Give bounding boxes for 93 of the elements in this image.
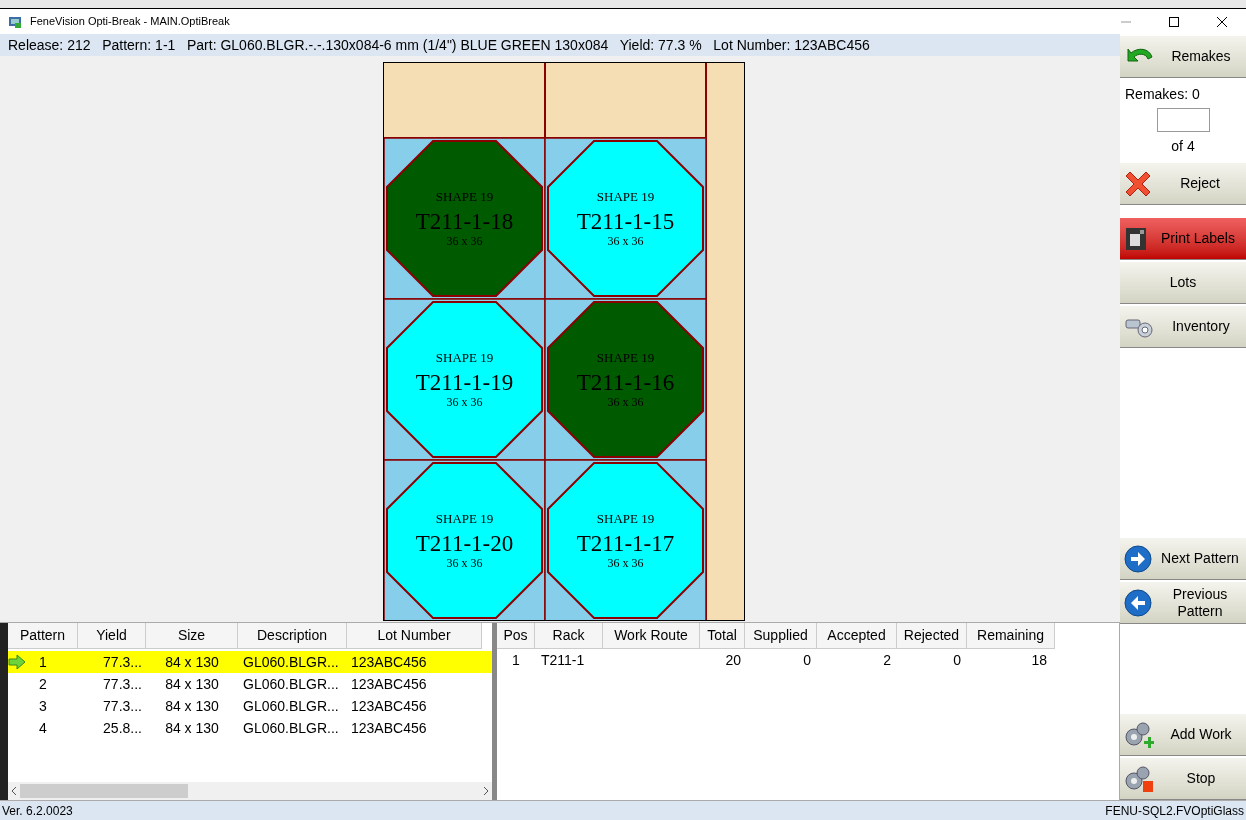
table-row[interactable]: 1 77.3... 84 x 130 GL060.BLGR... 123ABC456 xyxy=(8,651,492,673)
table-cell-text: 84 x 130 xyxy=(165,674,219,694)
table-cell-text: 1 xyxy=(39,652,47,672)
close-icon[interactable] xyxy=(1216,15,1228,28)
table-cell-text: 77.3... xyxy=(103,696,142,716)
table-cell-text: 4 xyxy=(39,718,47,738)
size-label: 36 x 36 xyxy=(446,234,483,248)
table-cell-text: 77.3... xyxy=(103,652,142,672)
table-cell-text: 123ABC456 xyxy=(351,718,427,738)
table-cell-text: GL060.BLGR... xyxy=(243,696,339,716)
shape-label: SHAPE 19 xyxy=(596,189,655,204)
table-cell-text: GL060.BLGR... xyxy=(243,674,339,694)
table-cell-text: GL060.BLGR... xyxy=(243,652,339,672)
table-cell-text: GL060.BLGR... xyxy=(243,718,339,738)
table-cell-text: 18 xyxy=(1031,650,1047,670)
remake-input-field[interactable] xyxy=(1156,108,1210,132)
column-header[interactable]: Yield xyxy=(78,623,146,649)
table-cell-text: 2 xyxy=(39,674,47,694)
glass-piece[interactable] xyxy=(386,301,543,458)
gears-stop-icon xyxy=(1124,764,1154,793)
piece-label: T211-1-17 xyxy=(576,531,675,556)
column-header[interactable]: Rejected xyxy=(897,623,967,649)
size-label: 36 x 36 xyxy=(607,395,644,409)
table-cell-text: 3 xyxy=(39,696,47,716)
lots-button[interactable]: Lots xyxy=(1120,262,1246,304)
size-label: 36 x 36 xyxy=(446,556,483,570)
column-header[interactable]: Remaining xyxy=(967,623,1055,649)
window-title: FeneVision Opti-Break - MAIN.OptiBreak xyxy=(30,14,231,30)
table-cell-text: 1 xyxy=(512,650,520,670)
table-cell-text: 2 xyxy=(883,650,891,670)
piece-label: T211-1-18 xyxy=(415,209,514,234)
table-cell-text: 123ABC456 xyxy=(351,696,427,716)
arrow-icon xyxy=(8,655,26,669)
printer-icon xyxy=(1124,225,1148,252)
scroll-left-icon[interactable] xyxy=(11,787,17,795)
cross-icon xyxy=(1124,170,1152,197)
table-cell-text: 0 xyxy=(953,650,961,670)
reject-button[interactable]: Reject xyxy=(1120,163,1246,205)
shape-label: SHAPE 19 xyxy=(596,511,655,526)
glass-piece[interactable] xyxy=(547,462,704,619)
inventory-button[interactable]: Inventory xyxy=(1120,306,1246,348)
size-label: 36 x 36 xyxy=(446,395,483,409)
scroll-thumb[interactable] xyxy=(20,784,188,798)
remakes-count: Remakes: 0 xyxy=(1124,85,1201,104)
version-label: Ver. 6.2.0023 xyxy=(2,802,73,820)
column-header[interactable]: Description xyxy=(238,623,347,649)
table-cell-text: 84 x 130 xyxy=(165,652,219,672)
table-cell-text: 84 x 130 xyxy=(165,718,219,738)
remakes-button[interactable]: Remakes xyxy=(1120,36,1246,78)
piece-label: T211-1-19 xyxy=(415,370,514,395)
maximize-icon[interactable] xyxy=(1168,15,1180,28)
column-header[interactable]: Accepted xyxy=(817,623,897,649)
table-cell-text: T211-1 xyxy=(541,650,585,670)
column-header[interactable]: Supplied xyxy=(745,623,817,649)
column-header[interactable]: Rack xyxy=(535,623,603,649)
scroll-right-icon[interactable] xyxy=(483,787,489,795)
column-header[interactable]: Pattern xyxy=(8,623,78,649)
table-cell-text: 123ABC456 xyxy=(351,674,427,694)
table-cell-text: 25.8... xyxy=(103,718,142,738)
gears-plus-icon xyxy=(1124,720,1154,749)
piece-label: T211-1-20 xyxy=(415,531,514,556)
column-header[interactable]: Pos xyxy=(497,623,535,649)
server-label: FENU-SQL2.FVOptiGlass xyxy=(1105,802,1244,820)
column-header[interactable]: Lot Number xyxy=(347,623,482,649)
table-cell-text: 20 xyxy=(725,650,741,670)
table-cell-text: 123ABC456 xyxy=(351,652,427,672)
column-header[interactable]: Total xyxy=(700,623,745,649)
horizontal-scrollbar[interactable] xyxy=(8,782,492,800)
glass-piece[interactable] xyxy=(547,301,704,458)
table-cell-text: 77.3... xyxy=(103,674,142,694)
previous-button[interactable]: Previous Pattern xyxy=(1120,582,1246,624)
table-cell-text: 0 xyxy=(803,650,811,670)
shape-label: SHAPE 19 xyxy=(435,511,494,526)
glass-piece[interactable] xyxy=(386,140,543,297)
shape-label: SHAPE 19 xyxy=(435,189,494,204)
app-icon xyxy=(8,14,22,29)
size-label: 36 x 36 xyxy=(607,556,644,570)
glass-piece[interactable] xyxy=(547,140,704,297)
of-count-label: of 4 xyxy=(1170,137,1196,156)
glass-piece[interactable] xyxy=(386,462,543,619)
print-button[interactable]: Print Labels xyxy=(1120,218,1246,260)
add-button[interactable]: Add Work xyxy=(1120,714,1246,756)
shape-label: SHAPE 19 xyxy=(435,350,494,365)
shape-label: SHAPE 19 xyxy=(596,350,655,365)
column-header[interactable]: Work Route xyxy=(603,623,700,649)
info-bar: Release: 212 Pattern: 1-1 Part: GL060.BLGR.-.-.130x084-6 mm (1/4") BLUE GREEN 130x084 Yield: 77.3 % Lot Number: 123ABC456 xyxy=(0,34,1120,56)
piece-label: T211-1-16 xyxy=(576,370,675,395)
next-button[interactable]: Next Pattern xyxy=(1120,538,1246,580)
column-header[interactable]: Size xyxy=(146,623,238,649)
size-label: 36 x 36 xyxy=(607,234,644,248)
table-cell-text: 84 x 130 xyxy=(165,696,219,716)
piece-label: T211-1-15 xyxy=(576,209,675,234)
stop-button[interactable]: Stop xyxy=(1120,758,1246,800)
